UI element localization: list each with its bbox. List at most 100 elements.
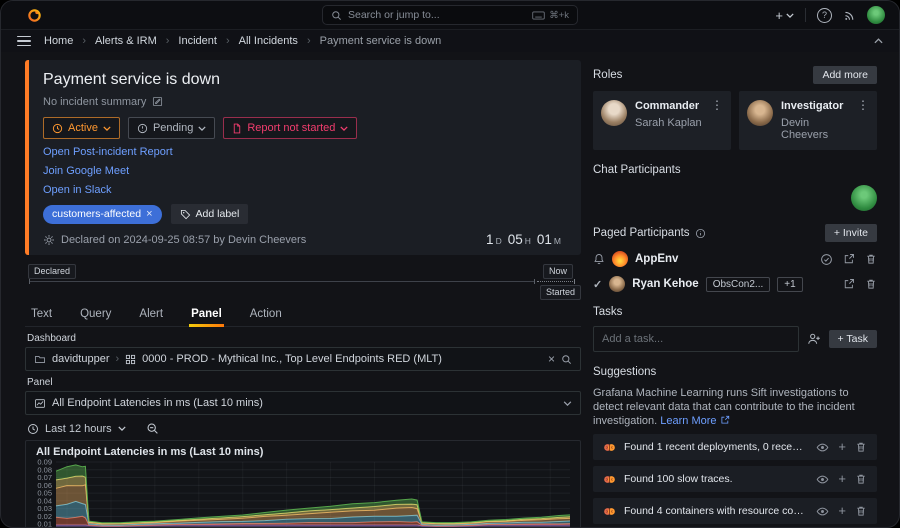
dashboard-picker[interactable]: davidtupper › 0000 - PROD - Mythical Inc… xyxy=(25,347,581,371)
grafana-logo-icon[interactable] xyxy=(27,8,42,23)
tasks-section: Tasks + Task xyxy=(593,304,877,352)
status-active-dropdown[interactable]: Active xyxy=(43,117,120,139)
chevron-down-icon xyxy=(118,426,126,431)
breadcrumb-all-incidents[interactable]: All Incidents xyxy=(239,35,298,47)
plus-icon[interactable]: + xyxy=(838,442,846,452)
suggestion-item[interactable]: Found 4 containers with resource content… xyxy=(593,498,877,524)
panel-picker[interactable]: All Endpoint Latencies in ms (Last 10 mi… xyxy=(25,391,581,415)
breadcrumb-separator: › xyxy=(82,35,86,47)
trash-icon[interactable] xyxy=(855,505,867,517)
time-range-picker[interactable]: Last 12 hours xyxy=(45,423,112,435)
news-rss-icon[interactable] xyxy=(843,9,856,22)
user-avatar[interactable] xyxy=(867,6,885,24)
suggestions-title: Suggestions xyxy=(593,366,656,378)
help-icon[interactable]: ? xyxy=(817,8,832,23)
clear-icon[interactable]: × xyxy=(548,352,555,366)
join-google-meet-link[interactable]: Join Google Meet xyxy=(43,165,565,178)
tab-action[interactable]: Action xyxy=(248,303,284,326)
appenv-avatar xyxy=(612,251,628,267)
chevron-down-icon xyxy=(198,126,206,131)
open-post-incident-report-link[interactable]: Open Post-incident Report xyxy=(43,146,565,159)
suggestion-item[interactable]: Found 100 slow traces. + xyxy=(593,466,877,492)
kebab-menu-icon[interactable]: ⋮ xyxy=(857,100,869,110)
eye-icon[interactable] xyxy=(816,505,829,518)
role-title: Investigator xyxy=(781,100,849,113)
schedule-badge[interactable]: ObsCon2... xyxy=(706,277,771,292)
edit-summary-icon[interactable] xyxy=(152,96,163,107)
paged-participants-title: Paged Participants xyxy=(593,227,690,239)
suggestion-item[interactable]: Found 1 recent deployments, 0 recent sta… xyxy=(593,434,877,460)
add-task-input[interactable] xyxy=(593,326,799,352)
topbar-divider xyxy=(805,8,806,22)
external-link-icon xyxy=(720,415,730,425)
shortcut-hint: ⌘+k xyxy=(549,10,569,21)
plus-icon[interactable]: + xyxy=(838,474,846,484)
chat-participant-avatar[interactable] xyxy=(851,185,877,211)
check-icon: ✓ xyxy=(593,278,602,291)
trash-icon[interactable] xyxy=(865,278,877,290)
external-link-icon[interactable] xyxy=(843,278,855,290)
apps-grid-icon xyxy=(125,354,136,365)
kebab-menu-icon[interactable]: ⋮ xyxy=(711,100,723,110)
add-label-text: Add label xyxy=(196,208,240,220)
timeline-line[interactable] xyxy=(29,281,535,282)
roles-title: Roles xyxy=(593,69,622,81)
breadcrumb-incident[interactable]: Incident xyxy=(178,35,217,47)
invite-button[interactable]: + Invite xyxy=(825,224,877,242)
svg-text:0.04: 0.04 xyxy=(37,496,52,505)
search-icon xyxy=(331,10,342,21)
pending-icon xyxy=(137,123,148,134)
keyboard-icon xyxy=(532,11,545,20)
search-input[interactable]: Search or jump to... ⌘+k xyxy=(322,5,578,25)
role-card-investigator[interactable]: Investigator Devin Cheevers ⋮ xyxy=(739,91,877,150)
eye-icon[interactable] xyxy=(816,473,829,486)
tab-text[interactable]: Text xyxy=(29,303,54,326)
zoom-out-icon[interactable] xyxy=(146,422,159,435)
trash-icon[interactable] xyxy=(855,473,867,485)
trash-icon[interactable] xyxy=(855,441,867,453)
breadcrumb-alerts-irm[interactable]: Alerts & IRM xyxy=(95,35,157,47)
breadcrumb-home[interactable]: Home xyxy=(44,35,73,47)
incident-duration: 1D 05H 01M xyxy=(486,232,565,247)
timeline-now-chip: Now xyxy=(543,264,573,279)
role-person: Devin Cheevers xyxy=(781,117,849,141)
add-label-button[interactable]: Add label xyxy=(171,204,249,224)
ryan-avatar xyxy=(609,276,625,292)
tab-query[interactable]: Query xyxy=(78,303,113,326)
new-menu-button[interactable]: + xyxy=(775,8,794,23)
learn-more-link[interactable]: Learn More xyxy=(660,415,729,427)
latency-stacked-area-chart[interactable]: 00.010.020.030.040.050.060.070.080.0902:… xyxy=(26,458,578,528)
role-card-commander[interactable]: Commander Sarah Kaplan ⋮ xyxy=(593,91,731,150)
eye-icon[interactable] xyxy=(816,441,829,454)
add-task-button[interactable]: + Task xyxy=(829,330,877,348)
chevron-up-icon[interactable] xyxy=(874,38,883,44)
status-pending-dropdown[interactable]: Pending xyxy=(128,117,215,139)
assign-person-icon[interactable] xyxy=(807,332,821,346)
tab-alert[interactable]: Alert xyxy=(137,303,165,326)
open-in-slack-link[interactable]: Open in Slack xyxy=(43,184,565,197)
paged-row-ryan: ✓ Ryan Kehoe ObsCon2... +1 xyxy=(593,276,877,292)
label-pill[interactable]: customers-affected × xyxy=(43,205,162,224)
status-pending-label: Pending xyxy=(153,122,193,134)
add-more-roles-button[interactable]: Add more xyxy=(813,66,877,84)
search-icon[interactable] xyxy=(561,354,572,365)
tab-panel[interactable]: Panel xyxy=(189,303,224,326)
breadcrumb-separator: › xyxy=(226,35,230,47)
svg-text:0.07: 0.07 xyxy=(37,473,52,482)
status-report-dropdown[interactable]: Report not started xyxy=(223,117,357,139)
timeline-declared-chip: Declared xyxy=(28,264,76,279)
remove-label-icon[interactable]: × xyxy=(146,208,152,220)
roles-section: Roles Add more Commander Sarah Kaplan ⋮ xyxy=(593,66,877,150)
trash-icon[interactable] xyxy=(865,253,877,265)
menu-toggle-icon[interactable] xyxy=(17,36,31,47)
sift-brain-icon xyxy=(603,441,616,454)
plus-icon[interactable]: + xyxy=(838,506,846,516)
incident-sidebar: Roles Add more Commander Sarah Kaplan ⋮ xyxy=(593,52,877,528)
more-badge[interactable]: +1 xyxy=(777,277,802,292)
acknowledge-icon[interactable] xyxy=(820,253,833,266)
gear-icon[interactable] xyxy=(43,234,55,246)
info-icon xyxy=(695,228,706,239)
dashboard-folder: davidtupper xyxy=(52,353,110,365)
external-link-icon[interactable] xyxy=(843,253,855,265)
paged-row-appenv: AppEnv xyxy=(593,251,877,267)
